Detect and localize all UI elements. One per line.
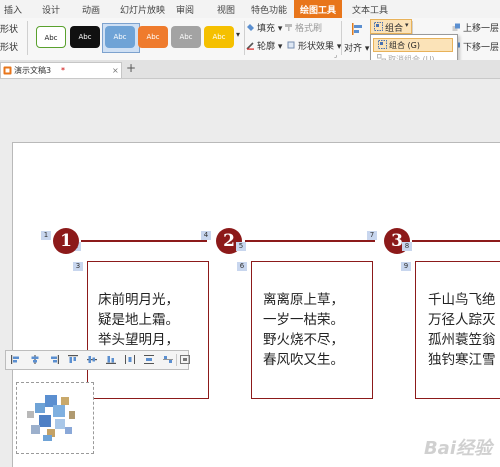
group-dropdown-arrow-icon: ▾ [405,21,409,29]
poem-line: 床前明月光， [98,292,179,308]
tab-text-tools[interactable]: 文本工具 [352,3,388,16]
tab-drawing-tools[interactable]: 绘图工具 [294,0,343,19]
distribute-vertical-icon[interactable] [144,355,154,364]
step-number-circle[interactable]: 1 [53,228,79,254]
distribute-horizontal-icon[interactable] [125,355,135,364]
group-icon [374,22,383,31]
tab-insert[interactable]: 插入 [4,3,22,16]
poem-line: 千山鸟飞绝 [428,292,496,308]
close-tab-icon[interactable]: × [112,63,119,78]
fill-button-label: 填充 [257,24,276,34]
connector-line[interactable] [245,240,375,242]
selection-index-tag: 3 [73,262,83,271]
selection-index-tag: 8 [402,242,412,251]
outline-pen-icon [246,42,254,50]
ribbon-divider [341,21,342,55]
document-tab[interactable]: 演示文稿3 * × [0,62,122,78]
align-middle-icon[interactable] [87,355,97,364]
ribbon-tab-bar: 插入 设计 动画 幻灯片放映 审阅 视图 特色功能 绘图工具 文本工具 [0,0,500,19]
equal-spacing-icon[interactable] [163,355,173,364]
group-button-label: 组合 [385,24,404,34]
menu-item-group-label: 组合 (G) [389,41,420,50]
ribbon-divider [27,21,28,55]
selection-index-tag: 1 [41,231,51,240]
shape-effects-icon [287,41,295,49]
connector-line[interactable] [81,240,207,242]
tab-view[interactable]: 视图 [217,3,235,16]
poem-box-3[interactable]: 千山鸟飞绝 万径人踪灭 孤州蓑笠翁 独钓寒江雪 [415,261,500,399]
fill-button[interactable]: 填充 ▾ [257,21,282,34]
align-bottom-icon[interactable] [106,355,116,364]
poem-box-2[interactable]: 离离原上草， 一岁一枯荣。 野火烧不尽， 春风吹又生。 [251,261,373,399]
poem-line: 疑是地上霜。 [98,312,179,328]
shape-style-label-text: 形状 [0,25,19,35]
style-swatch-gold[interactable]: Abc [204,26,234,48]
watermark-text: Bai经验 [423,438,492,459]
style-swatch-gray[interactable]: Abc [171,26,201,48]
align-left-icon[interactable] [11,355,21,364]
shape-effects-label: 形状效果 [298,42,335,52]
grouped-shapes-icon [27,395,75,441]
poem-line: 离离原上草， [263,292,344,308]
bring-forward-icon [452,23,460,31]
format-painter-icon [285,24,292,31]
swatch-more-arrow-icon[interactable]: ▾ [236,30,240,39]
new-tab-icon[interactable]: + [126,61,136,75]
poem-line: 野火烧不尽， [263,332,344,348]
tab-animation[interactable]: 动画 [82,3,100,16]
selection-index-tag: 6 [237,262,247,271]
dialog-launcher-icon[interactable]: ⌟ [334,51,337,59]
group-button[interactable]: 组合 ▾ [370,19,412,34]
connector-line[interactable] [412,240,500,242]
poem-line: 春风吹又生。 [263,352,344,368]
document-tab-bar: 演示文稿3 * × + [0,60,500,79]
grouped-shapes-selection[interactable] [16,382,94,454]
align-button-label: 对齐 [344,44,363,54]
style-swatch-white[interactable]: Abc [36,26,66,48]
tab-special-features[interactable]: 特色功能 [251,3,287,16]
document-modified-mark: * [61,66,65,75]
shape-outline-label[interactable]: 形状 [0,40,18,53]
tab-review[interactable]: 审阅 [176,3,194,16]
group-menu-icon [378,40,387,49]
send-backward-button[interactable]: 下移一层 [463,40,499,53]
align-icon [352,23,362,35]
bring-forward-button[interactable]: 上移一层 [463,21,499,34]
tab-slideshow[interactable]: 幻灯片放映 [120,3,165,16]
presentation-file-icon [3,66,12,75]
align-center-icon[interactable] [30,355,40,364]
poem-line: 独钓寒江雪 [428,352,496,368]
more-options-icon[interactable] [180,355,190,364]
shape-style-label[interactable]: 形状 [0,22,18,35]
poem-line: 举头望明月， [98,332,179,348]
menu-item-group[interactable]: 组合 (G) [373,38,453,52]
outline-button-label: 轮廓 [257,42,276,52]
poem-line: 一岁一枯荣。 [263,312,344,328]
style-swatch-orange[interactable]: Abc [138,26,168,48]
outline-button[interactable]: 轮廓 ▾ [257,39,282,52]
poem-line: 孤州蓑笠翁 [428,332,496,348]
toolbar-divider [176,354,177,366]
align-top-icon[interactable] [68,355,78,364]
style-swatch-black[interactable]: Abc [70,26,100,48]
fill-bucket-icon [247,24,254,31]
align-right-icon[interactable] [49,355,59,364]
document-tab-title: 演示文稿3 [14,66,52,75]
selection-index-tag: 5 [236,242,246,251]
align-button[interactable]: 对齐 ▾ [344,41,369,54]
selection-index-tag: 4 [201,231,211,240]
shape-outline-label-text: 形状 [0,43,19,53]
floating-align-toolbar [5,350,190,370]
poem-line: 万径人踪灭 [428,312,496,328]
format-painter-button[interactable]: 格式刷 [295,21,322,34]
poem-box-1[interactable]: 床前明月光， 疑是地上霜。 举头望明月， [87,261,209,399]
selection-index-tag: 9 [401,262,411,271]
tab-design[interactable]: 设计 [42,3,60,16]
style-swatch-blue[interactable]: Abc [105,26,135,48]
ribbon-divider [244,21,245,55]
selection-index-tag: 7 [367,231,377,240]
